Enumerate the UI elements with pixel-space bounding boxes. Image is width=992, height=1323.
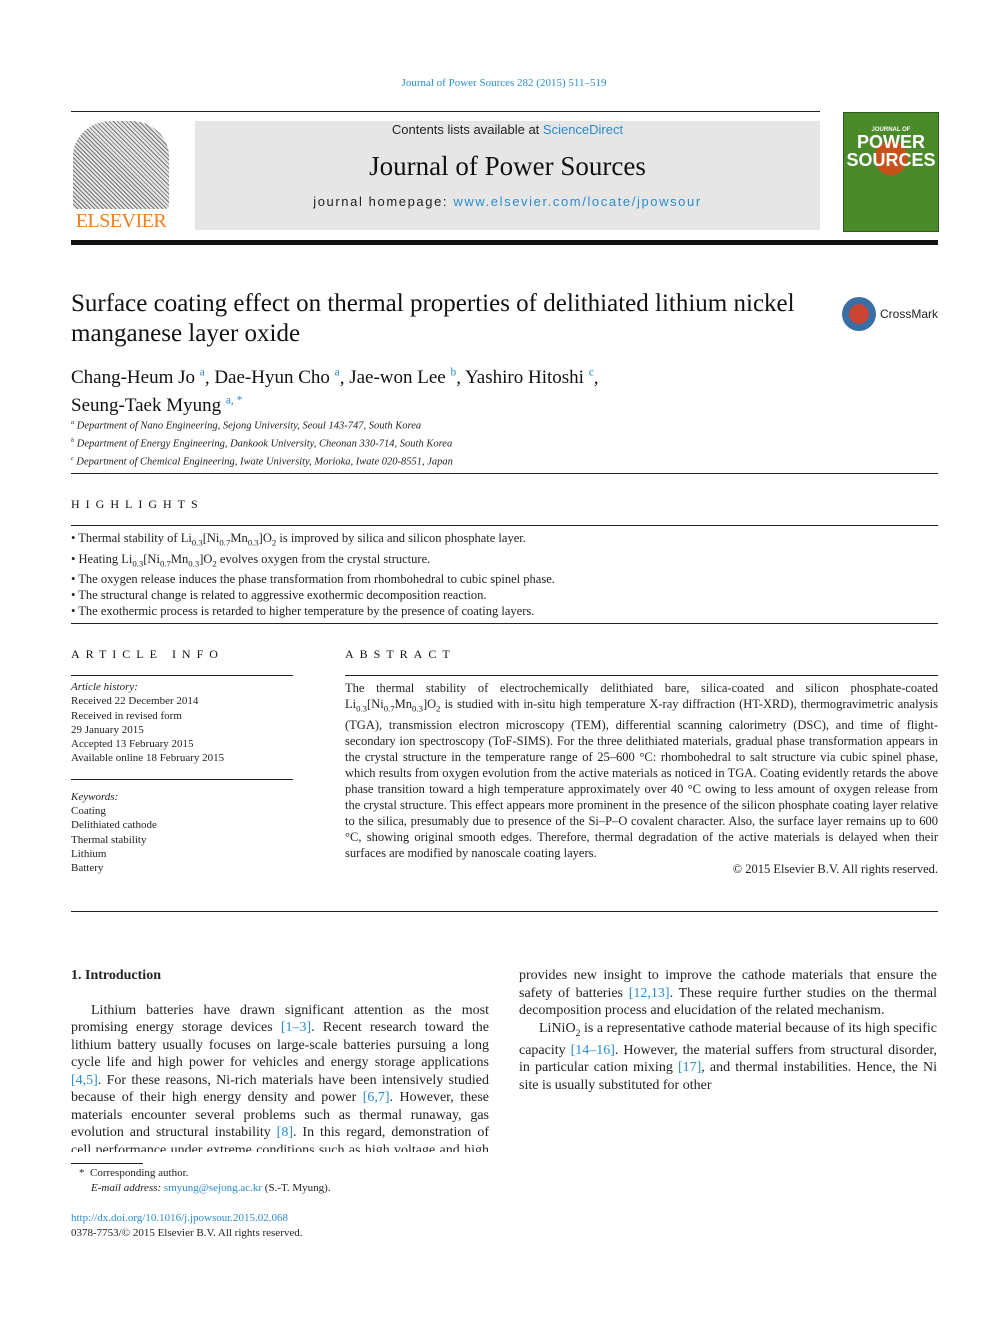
abstract-copyright: © 2015 Elsevier B.V. All rights reserved… xyxy=(732,861,938,876)
divider xyxy=(71,778,293,780)
author[interactable]: Seung-Taek Myung a, * xyxy=(71,394,242,415)
author[interactable]: Dae-Hyun Cho a xyxy=(214,367,339,388)
citation-link[interactable]: [4,5] xyxy=(71,1073,98,1088)
article-page: Journal of Power Sources 282 (2015) 511–… xyxy=(0,0,992,1323)
highlight-item: • The structural change is related to ag… xyxy=(71,588,487,602)
abstract-heading: ABSTRACT xyxy=(345,647,456,661)
highlight-item: • The oxygen release induces the phase t… xyxy=(71,572,555,586)
keyword: Delithiated cathode xyxy=(71,819,157,832)
article-title: Surface coating effect on thermal proper… xyxy=(71,290,795,347)
keyword: Thermal stability xyxy=(71,833,147,846)
affiliations: a Department of Nano Engineering, Sejong… xyxy=(71,416,453,470)
citation-link[interactable]: [14–16] xyxy=(571,1043,615,1058)
article-info-heading: ARTICLE INFO xyxy=(71,647,224,661)
divider xyxy=(71,675,293,676)
doi-link[interactable]: http://dx.doi.org/10.1016/j.jpowsour.201… xyxy=(71,1211,303,1226)
keywords-label: Keywords: xyxy=(71,790,119,803)
citation-link[interactable]: [17] xyxy=(678,1060,701,1075)
footnote-rule xyxy=(71,1163,143,1164)
highlight-item: • The exothermic process is retarded to … xyxy=(71,604,535,618)
abstract-body: The thermal stability of electrochemical… xyxy=(345,680,938,877)
author-list: Chang-Heum Jo a, Dae-Hyun Cho a, Jae-won… xyxy=(71,367,599,416)
history-label: Article history: xyxy=(71,681,138,693)
divider xyxy=(71,525,938,526)
highlights-heading: HIGHLIGHTS xyxy=(71,497,204,511)
elsevier-logo[interactable]: ELSEVIER xyxy=(71,121,171,233)
issn-copyright: 0378-7753/© 2015 Elsevier B.V. All right… xyxy=(71,1227,303,1239)
chemical-formula: Li0.3[Ni0.7Mn0.3]O2 xyxy=(345,697,441,714)
divider xyxy=(71,911,938,912)
highlight-item: • Thermal stability of Li0.3[Ni0.7Mn0.3]… xyxy=(71,531,526,548)
keyword: Lithium xyxy=(71,847,107,860)
crossmark-label: CrossMark xyxy=(880,307,939,321)
highlight-item: • Heating Li0.3[Ni0.7Mn0.3]O2 evolves ox… xyxy=(71,551,431,569)
elsevier-wordmark: ELSEVIER xyxy=(75,210,167,232)
intro-paragraph: Lithium batteries have drawn significant… xyxy=(71,1002,489,1153)
crossmark-button[interactable]: CrossMark xyxy=(842,297,938,331)
divider xyxy=(71,623,938,624)
contents-prefix: Contents lists available at xyxy=(391,122,543,137)
journal-banner: Contents lists available at ScienceDirec… xyxy=(195,121,820,230)
corresponding-author: Corresponding author. xyxy=(90,1167,189,1179)
history-item: Received 22 December 2014 xyxy=(71,695,199,708)
history-item: Accepted 13 February 2015 xyxy=(71,738,194,751)
crossmark-icon xyxy=(842,297,876,331)
journal-cover[interactable]: JOURNAL OF POWER SOURCES xyxy=(843,112,939,232)
citation-link[interactable]: [1–3] xyxy=(281,1020,311,1035)
author[interactable]: Jae-won Lee b xyxy=(349,367,456,388)
intro-column-right: Lithium batteries have drawn significant… xyxy=(519,967,937,1202)
cover-power: POWER xyxy=(856,132,925,152)
intro-paragraph: LiNiO2 is a representative cathode mater… xyxy=(519,1020,937,1093)
journal-citation[interactable]: Journal of Power Sources 282 (2015) 511–… xyxy=(0,77,992,89)
author[interactable]: Chang-Heum Jo a xyxy=(71,367,205,388)
intro-column-left: 1. Introduction Lithium batteries have d… xyxy=(71,967,489,1152)
header-rule xyxy=(71,111,820,112)
abstract-text: The thermal stability of electrochemical… xyxy=(345,681,938,860)
intro-paragraph-continued: Lithium batteries have drawn significant… xyxy=(519,968,937,1018)
email-link[interactable]: smyung@sejong.ac.kr xyxy=(164,1182,262,1194)
affiliation: b Department of Energy Engineering, Dank… xyxy=(71,437,453,450)
homepage-link[interactable]: www.elsevier.com/locate/jpowsour xyxy=(453,194,701,209)
citation-link[interactable]: [6,7] xyxy=(363,1090,390,1105)
doi-block: http://dx.doi.org/10.1016/j.jpowsour.201… xyxy=(71,1211,303,1241)
divider xyxy=(345,675,938,676)
affiliation: c Department of Chemical Engineering, Iw… xyxy=(71,455,453,468)
citation-link[interactable]: [8] xyxy=(277,1125,293,1140)
keyword: Coating xyxy=(71,805,106,818)
cover-sources: SOURCES xyxy=(846,150,936,170)
highlights-list: • Thermal stability of Li0.3[Ni0.7Mn0.3]… xyxy=(71,530,555,619)
history-item: Available online 18 February 2015 xyxy=(71,752,225,765)
history-item: Received in revised form xyxy=(71,709,182,722)
affiliation: a Department of Nano Engineering, Sejong… xyxy=(71,419,422,432)
elsevier-tree-icon xyxy=(73,121,169,209)
citation-link[interactable]: [12,13] xyxy=(629,986,670,1001)
sciencedirect-link[interactable]: ScienceDirect xyxy=(543,122,623,137)
author[interactable]: Yashiro Hitoshi c xyxy=(465,367,594,388)
footnote: * Corresponding author. E-mail address: … xyxy=(79,1167,331,1194)
chemical-formula: Li0.3[Ni0.7Mn0.3]O2 xyxy=(121,551,217,569)
section-heading: 1. Introduction xyxy=(71,968,161,983)
header-thick-rule xyxy=(71,240,938,245)
keyword: Battery xyxy=(71,862,104,875)
contents-line: Contents lists available at ScienceDirec… xyxy=(195,122,820,137)
history-item: 29 January 2015 xyxy=(71,723,144,736)
article-info: Article history: Received 22 December 20… xyxy=(71,680,293,876)
email-label: E-mail address: xyxy=(91,1182,164,1194)
homepage-line: journal homepage: www.elsevier.com/locat… xyxy=(195,194,820,209)
chemical-formula: Li0.3[Ni0.7Mn0.3]O2 xyxy=(180,531,277,548)
homepage-prefix: journal homepage: xyxy=(313,194,454,209)
journal-title: Journal of Power Sources xyxy=(369,151,646,181)
divider xyxy=(71,473,938,474)
